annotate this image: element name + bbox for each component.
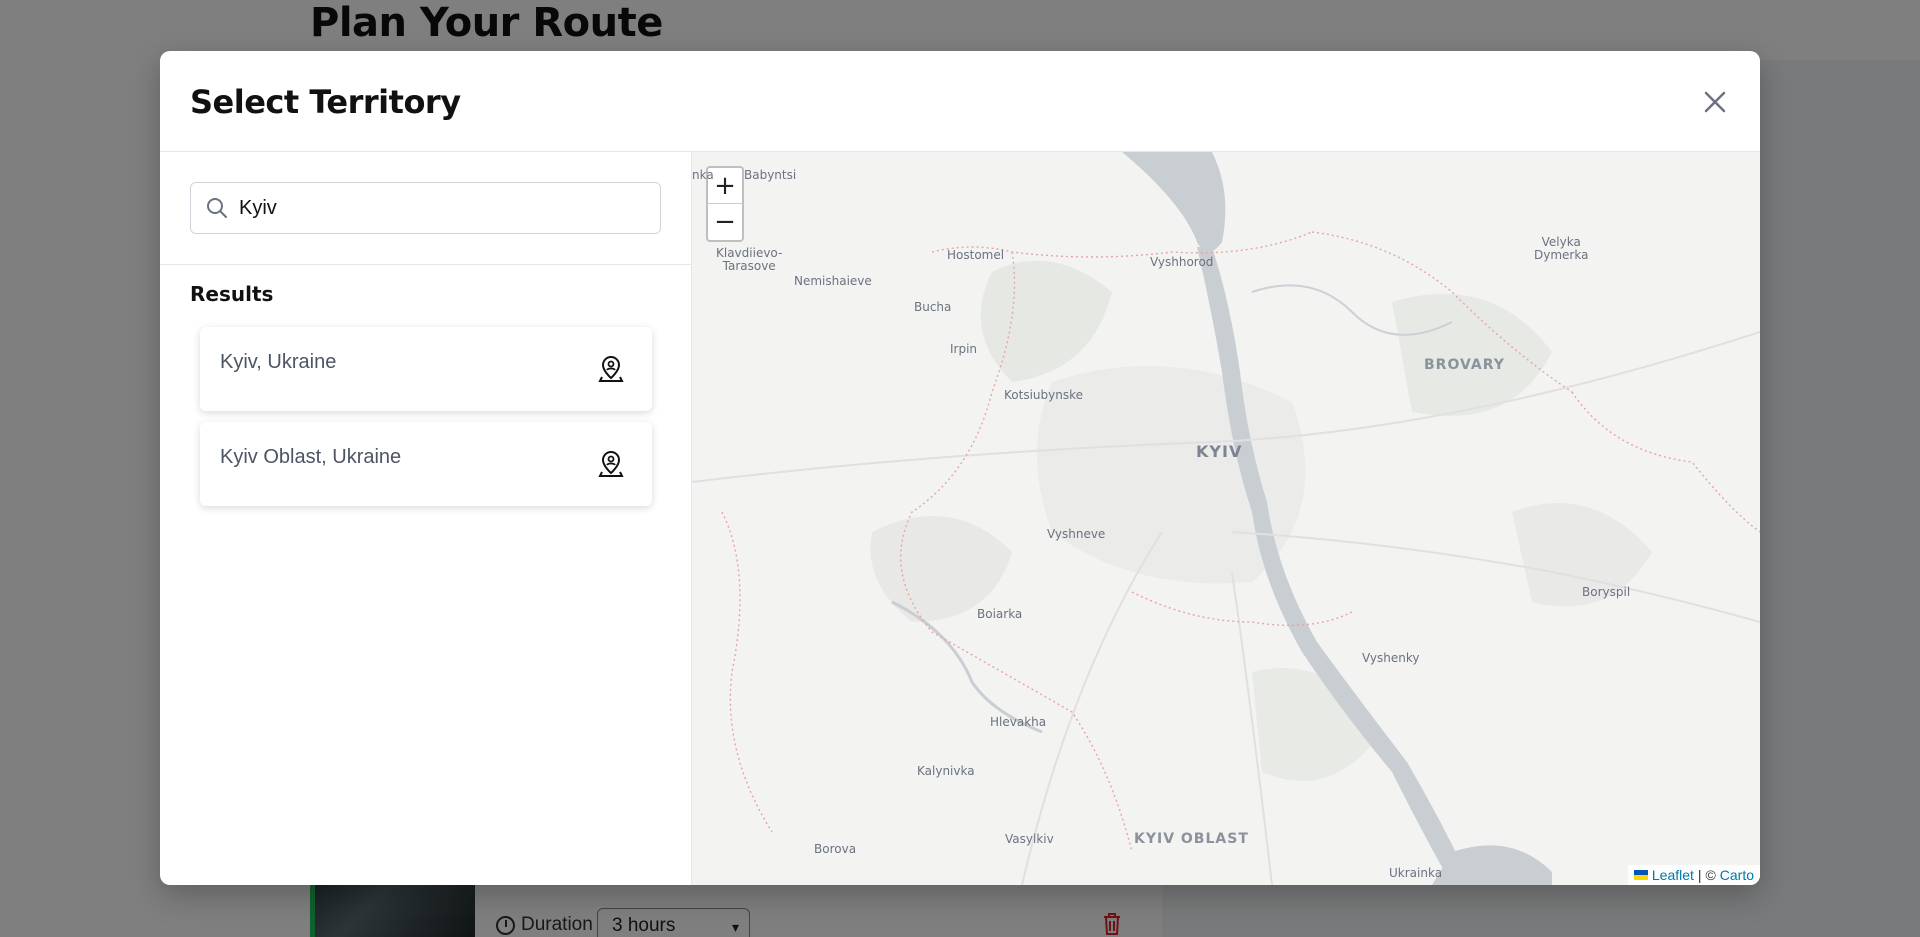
result-label: Kyiv Oblast, Ukraine	[220, 446, 402, 468]
result-item-kyiv-oblast[interactable]: Kyiv Oblast, Ukraine	[200, 422, 652, 506]
map-tiles	[692, 152, 1760, 885]
select-territory-modal: Select Territory Results Kyiv, Ukraine K…	[160, 51, 1760, 885]
carto-link[interactable]: Carto	[1720, 867, 1754, 883]
map-label: Klavdiievo- Tarasove	[716, 246, 783, 273]
modal-body: Results Kyiv, Ukraine Kyiv Oblast, Ukrai…	[160, 152, 1760, 885]
map-label: Hostomel	[947, 248, 1005, 262]
map-label: Boiarka	[977, 607, 1023, 621]
attribution-separator: | ©	[1697, 867, 1716, 883]
map-label: Bucha	[914, 300, 952, 314]
map-label: Babyntsi	[744, 168, 797, 182]
search-section	[160, 152, 691, 265]
map-label: Nemishaieve	[794, 274, 872, 288]
results-heading: Results	[190, 282, 274, 306]
map-label: Irpin	[950, 342, 978, 356]
map-label: Vasylkiv	[1005, 832, 1054, 846]
result-label: Kyiv, Ukraine	[220, 351, 337, 373]
ukraine-flag-icon	[1633, 870, 1648, 880]
map-view[interactable]: + − nka Babyntsi Klavdiievo- Tarasove Ne…	[692, 152, 1760, 885]
map-label: KYIV	[1196, 442, 1243, 461]
map-label: Boryspil	[1582, 585, 1631, 599]
map-label: Vyshneve	[1047, 527, 1106, 541]
map-pin-person-icon[interactable]	[598, 450, 624, 478]
map-label: BROVARY	[1424, 357, 1505, 373]
map-attribution: Leaflet | © Carto	[1627, 865, 1760, 885]
modal-title: Select Territory	[190, 83, 461, 121]
modal-header: Select Territory	[160, 51, 1760, 152]
zoom-out-button[interactable]: −	[708, 204, 742, 240]
map-label: Kalynivka	[917, 764, 975, 778]
map-label: Kotsiubynske	[1004, 388, 1083, 402]
map-label: Velyka Dymerka	[1534, 235, 1589, 262]
map-pin-person-icon[interactable]	[598, 355, 624, 383]
leaflet-link[interactable]: Leaflet	[1652, 867, 1694, 883]
map-label: Vyshenky	[1362, 651, 1420, 665]
search-icon	[207, 198, 227, 218]
search-box[interactable]	[190, 182, 661, 234]
map-label: KYIV OBLAST	[1134, 831, 1249, 847]
close-button[interactable]	[1700, 87, 1730, 117]
map-label: Vyshhorod	[1150, 255, 1214, 269]
map-label: Borova	[814, 842, 857, 856]
map-label: Ukrainka	[1389, 866, 1443, 880]
result-item-kyiv[interactable]: Kyiv, Ukraine	[200, 327, 652, 411]
search-panel: Results Kyiv, Ukraine Kyiv Oblast, Ukrai…	[160, 152, 692, 885]
map-label: nka	[692, 168, 714, 182]
search-input[interactable]	[239, 196, 619, 220]
map-label: Hlevakha	[990, 715, 1047, 729]
close-icon	[1704, 91, 1726, 113]
